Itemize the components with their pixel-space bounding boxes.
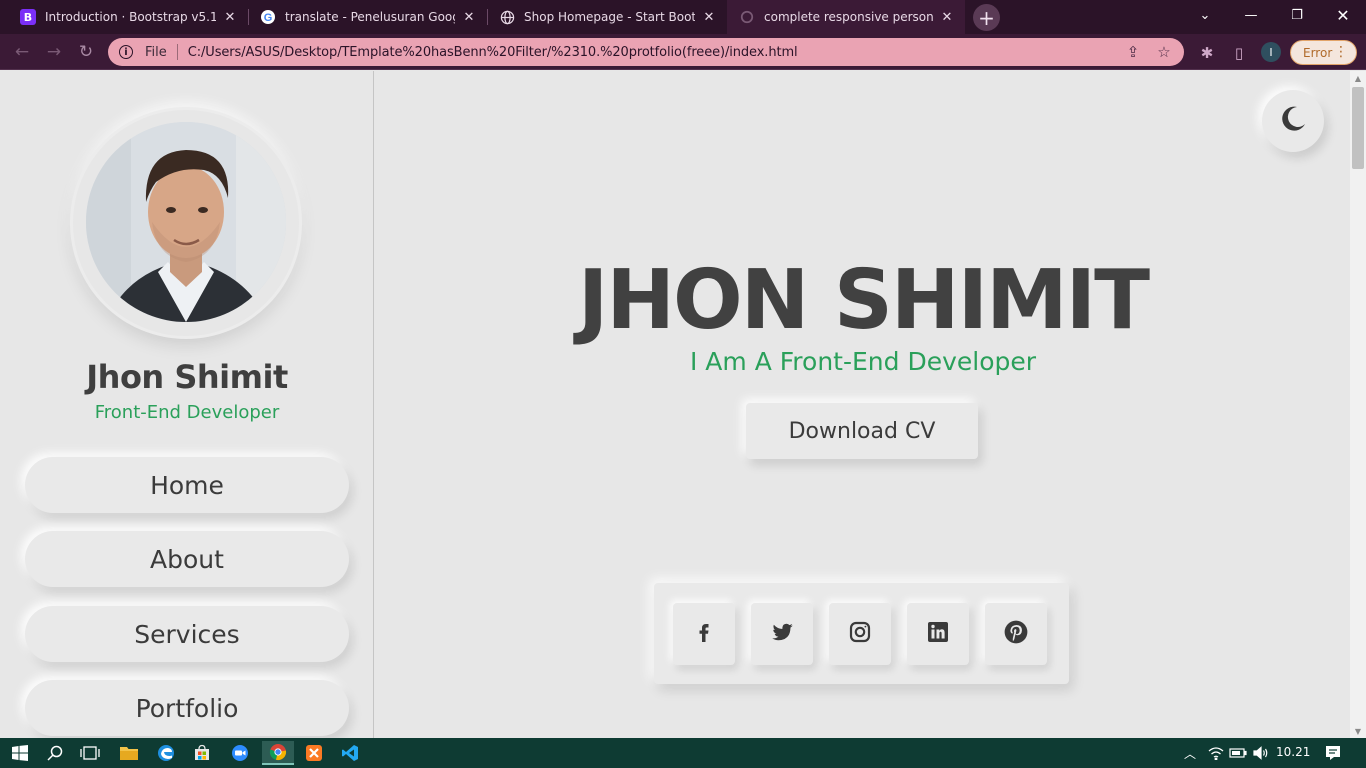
windows-taskbar: ︿ 10.21 <box>0 738 1366 768</box>
forward-arrow-icon[interactable]: → <box>44 42 64 62</box>
error-button[interactable]: Error ⋮ <box>1290 40 1357 65</box>
download-cv-button[interactable]: Download CV <box>746 403 978 459</box>
pinterest-link[interactable] <box>985 603 1047 665</box>
tab-title: Introduction · Bootstrap v5.1 <box>45 10 216 24</box>
reload-icon[interactable]: ↻ <box>76 42 96 62</box>
dark-mode-toggle[interactable] <box>1262 90 1324 152</box>
close-icon[interactable]: ✕ <box>461 10 477 25</box>
instagram-link[interactable] <box>829 603 891 665</box>
twitter-icon <box>769 619 795 649</box>
tab-title: Shop Homepage - Start Bootstrap <box>524 10 695 24</box>
nav-portfolio[interactable]: Portfolio <box>25 680 349 736</box>
scrollbar-thumb[interactable] <box>1352 87 1364 169</box>
xampp-icon[interactable] <box>301 741 327 765</box>
twitter-link[interactable] <box>751 603 813 665</box>
new-tab-button[interactable]: + <box>973 4 1000 31</box>
social-links <box>654 583 1069 684</box>
file-explorer-icon[interactable] <box>116 741 142 765</box>
bookmark-star-icon[interactable]: ☆ <box>1153 43 1175 61</box>
address-bar[interactable]: i File C:/Users/ASUS/Desktop/TEmplate%20… <box>108 38 1184 66</box>
extensions-puzzle-icon[interactable]: ✱ <box>1197 43 1217 63</box>
hero-tagline: I Am A Front-End Developer <box>689 347 1037 376</box>
microsoft-store-icon[interactable] <box>189 741 215 765</box>
tab-portfolio-active[interactable]: complete responsive personal portfolio ✕ <box>727 0 965 34</box>
windows-start-icon[interactable] <box>7 741 33 765</box>
tab-title: complete responsive personal portfolio <box>764 10 933 24</box>
zoom-icon[interactable] <box>227 741 253 765</box>
avatar-frame <box>73 110 299 336</box>
moon-icon <box>1278 104 1308 138</box>
address-scheme-label: File <box>145 44 167 60</box>
browser-toolbar: ← → ↻ i File C:/Users/ASUS/Desktop/TEmpl… <box>0 34 1366 70</box>
tab-title: translate - Penelusuran Google <box>285 10 455 24</box>
side-panel-icon[interactable]: ▯ <box>1229 43 1249 63</box>
portfolio-page: Jhon Shimit Front-End Developer Home Abo… <box>0 71 1366 738</box>
task-view-icon[interactable] <box>77 741 103 765</box>
linkedin-icon <box>926 620 950 648</box>
pinterest-icon <box>1003 619 1029 649</box>
taskbar-clock[interactable]: 10.21 <box>1276 745 1310 759</box>
sidebar-role: Front-End Developer <box>94 402 280 423</box>
tab-search-chevron-icon[interactable]: ⌄ <box>1182 0 1228 30</box>
scroll-down-arrow-icon[interactable]: ▼ <box>1350 724 1366 738</box>
vscode-icon[interactable] <box>337 741 363 765</box>
sidebar-name: Jhon Shimit <box>86 358 288 396</box>
svg-text:G: G <box>264 12 273 24</box>
tab-bootstrap-introduction[interactable]: B Introduction · Bootstrap v5.1 ✕ <box>8 0 248 34</box>
profile-photo <box>86 122 286 322</box>
sidebar: Jhon Shimit Front-End Developer Home Abo… <box>0 71 374 738</box>
info-icon[interactable]: i <box>119 45 133 59</box>
address-url[interactable]: C:/Users/ASUS/Desktop/TEmplate%20hasBenn… <box>188 45 1122 60</box>
bootstrap-icon: B <box>20 9 36 25</box>
page-scrollbar[interactable]: ▲ ▼ <box>1350 71 1366 738</box>
menu-dots-icon[interactable]: ⋮ <box>1334 44 1348 60</box>
share-icon[interactable]: ⇪ <box>1122 43 1144 61</box>
tab-google-translate[interactable]: G translate - Penelusuran Google ✕ <box>248 0 487 34</box>
facebook-link[interactable] <box>673 603 735 665</box>
close-icon[interactable]: ✕ <box>222 10 238 25</box>
edge-icon[interactable] <box>153 741 179 765</box>
browser-tab-strip: B Introduction · Bootstrap v5.1 ✕ G tran… <box>0 0 1366 34</box>
linkedin-link[interactable] <box>907 603 969 665</box>
chrome-icon[interactable] <box>262 741 294 765</box>
back-arrow-icon[interactable]: ← <box>12 42 32 62</box>
tray-chevron-up-icon[interactable]: ︿ <box>1177 741 1203 765</box>
search-icon[interactable] <box>42 741 68 765</box>
address-divider <box>176 44 178 60</box>
tab-shop-homepage[interactable]: Shop Homepage - Start Bootstrap ✕ <box>487 0 727 34</box>
hero-name: JHON SHIMIT <box>577 253 1150 348</box>
close-icon[interactable]: ✕ <box>701 10 717 25</box>
google-icon: G <box>260 9 276 25</box>
nav-services[interactable]: Services <box>25 606 349 662</box>
instagram-icon <box>848 620 872 648</box>
profile-avatar[interactable]: I <box>1261 42 1281 62</box>
volume-icon[interactable] <box>1248 741 1274 765</box>
loading-icon <box>739 9 755 25</box>
hero-section: JHON SHIMIT I Am A Front-End Developer D… <box>376 71 1350 738</box>
notifications-icon[interactable] <box>1320 741 1346 765</box>
globe-icon <box>499 9 515 25</box>
nav-about[interactable]: About <box>25 531 349 587</box>
restore-button[interactable]: ❐ <box>1274 0 1320 30</box>
facebook-icon <box>692 620 716 648</box>
close-window-button[interactable]: ✕ <box>1320 0 1366 30</box>
nav-home[interactable]: Home <box>25 457 349 513</box>
minimize-button[interactable]: — <box>1228 0 1274 30</box>
error-label: Error <box>1303 45 1333 60</box>
scroll-up-arrow-icon[interactable]: ▲ <box>1350 71 1366 85</box>
close-icon[interactable]: ✕ <box>939 10 955 25</box>
